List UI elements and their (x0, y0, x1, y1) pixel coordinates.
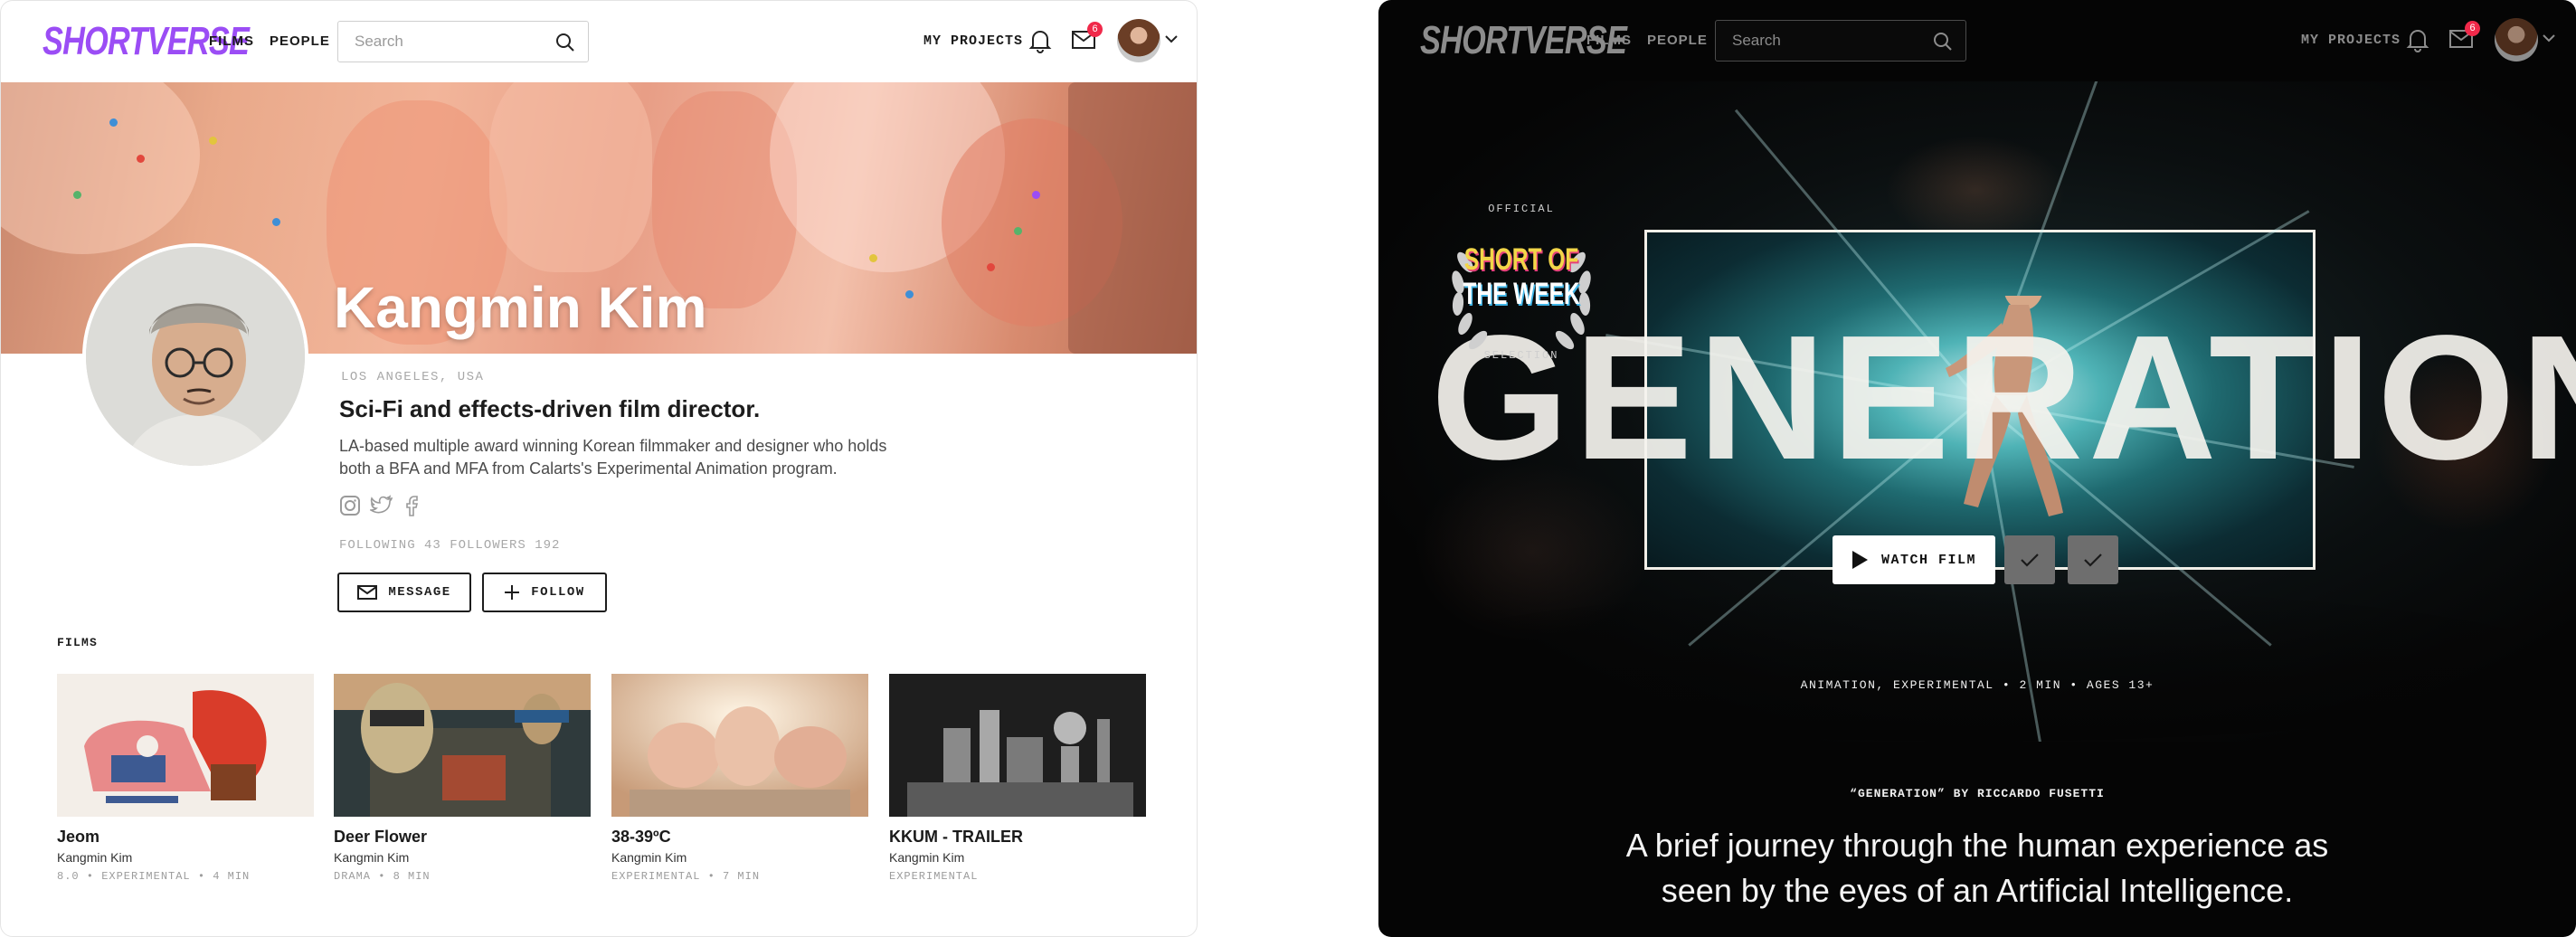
profile-name: Kangmin Kim (334, 275, 707, 340)
my-projects-link[interactable]: MY PROJECTS (2301, 33, 2401, 48)
search-icon[interactable] (1933, 32, 1953, 52)
profile-bio: LA-based multiple award winning Korean f… (339, 437, 887, 478)
nav-people-link[interactable]: PEOPLE (270, 33, 330, 49)
profile-tagline: Sci-Fi and effects-driven film director. (339, 395, 761, 422)
search-input[interactable] (355, 33, 535, 51)
nav-people-link[interactable]: PEOPLE (1647, 33, 1708, 48)
film-thumbnail[interactable] (334, 674, 591, 817)
badge-top: OFFICIAL (1488, 203, 1555, 215)
top-nav: SHORTVERSE FILMS PEOPLE MY PROJECTS 6 (1, 1, 1197, 82)
follow-label: FOLLOW (531, 585, 585, 600)
profile-screen: SHORTVERSE FILMS PEOPLE MY PROJECTS 6 Ka… (0, 0, 1198, 937)
follow-stats: FOLLOWING 43 FOLLOWERS 192 (339, 538, 561, 553)
follow-button[interactable]: FOLLOW (482, 573, 607, 612)
facebook-icon[interactable] (404, 495, 419, 516)
profile-photo (82, 243, 308, 469)
mail-badge: 6 (2465, 21, 2480, 36)
film-screen: GENERATION OFFICIAL SHORT OF THE WEEK SE… (1378, 0, 2576, 937)
film-meta: EXPERIMENTAL • 7 MIN (611, 870, 761, 883)
nav-films-link[interactable]: FILMS (209, 33, 254, 49)
film-director[interactable]: Kangmin Kim (611, 850, 868, 865)
watched-button[interactable] (2004, 535, 2055, 584)
film-title[interactable]: KKUM - TRAILER (889, 828, 1146, 847)
plus-icon (505, 585, 520, 600)
film-title[interactable]: 38-39ºC (611, 828, 868, 847)
film-credit: “GENERATION” BY RICCARDO FUSETTI (1850, 787, 2105, 800)
top-nav: SHORTVERSE FILMS PEOPLE MY PROJECTS 6 (1378, 0, 2576, 81)
film-card[interactable]: 38-39ºC Kangmin Kim EXPERIMENTAL • 7 MIN (611, 674, 868, 883)
film-card[interactable]: Deer Flower Kangmin Kim DRAMA • 8 MIN (334, 674, 591, 883)
nav-films-link[interactable]: FILMS (1586, 33, 1632, 48)
bell-icon[interactable] (2406, 27, 2429, 52)
film-thumbnail[interactable] (889, 674, 1146, 817)
film-description: A brief journey through the human experi… (1625, 827, 2329, 909)
checkmark-icon (2084, 554, 2102, 567)
badge-line1: SHORT OF (1463, 242, 1579, 277)
search-box[interactable] (337, 21, 589, 62)
badge-bottom: SELECTION (1483, 349, 1559, 362)
instagram-icon[interactable] (339, 495, 361, 516)
film-meta: DRAMA • 8 MIN (334, 870, 431, 883)
message-label: MESSAGE (388, 585, 451, 600)
film-thumbnail[interactable] (611, 674, 868, 817)
film-meta: EXPERIMENTAL (889, 870, 979, 883)
message-button[interactable]: MESSAGE (337, 573, 471, 612)
badge-line2: THE WEEK (1463, 277, 1580, 311)
film-thumbnail[interactable] (57, 674, 314, 817)
search-box[interactable] (1715, 20, 1966, 62)
mail-badge: 6 (1087, 22, 1103, 37)
user-avatar[interactable] (1117, 19, 1160, 62)
chevron-down-icon[interactable] (2542, 33, 2556, 43)
bell-icon[interactable] (1028, 28, 1052, 53)
checkmark-icon (2021, 554, 2039, 567)
save-button[interactable] (2068, 535, 2118, 584)
watch-film-button[interactable]: WATCH FILM (1833, 535, 1995, 584)
film-hero: GENERATION OFFICIAL SHORT OF THE WEEK SE… (1378, 81, 2576, 742)
film-director[interactable]: Kangmin Kim (57, 850, 314, 865)
film-director[interactable]: Kangmin Kim (889, 850, 1146, 865)
twitter-icon[interactable] (370, 495, 393, 516)
film-meta: 8.0 • EXPERIMENTAL • 4 MIN (57, 870, 251, 883)
watch-film-label: WATCH FILM (1881, 552, 1977, 568)
chevron-down-icon[interactable] (1164, 33, 1179, 44)
film-card[interactable]: Jeom Kangmin Kim 8.0 • EXPERIMENTAL • 4 … (57, 674, 314, 883)
my-projects-link[interactable]: MY PROJECTS (923, 33, 1023, 49)
film-genres: ANIMATION, EXPERIMENTAL • 2 MIN • AGES 1… (1800, 678, 2155, 692)
profile-location: LOS ANGELES, USA (341, 370, 485, 384)
film-title[interactable]: Jeom (57, 828, 314, 847)
search-input[interactable] (1732, 32, 1913, 50)
short-of-the-week-badge: OFFICIAL SHORT OF THE WEEK SELECTION (1431, 199, 1612, 380)
mail-icon (357, 585, 378, 600)
films-heading: FILMS (57, 636, 99, 649)
search-icon[interactable] (555, 33, 575, 52)
film-title[interactable]: Deer Flower (334, 828, 591, 847)
film-director[interactable]: Kangmin Kim (334, 850, 591, 865)
film-card[interactable]: KKUM - TRAILER Kangmin Kim EXPERIMENTAL (889, 674, 1146, 883)
user-avatar[interactable] (2495, 18, 2538, 62)
play-icon (1852, 551, 1868, 569)
